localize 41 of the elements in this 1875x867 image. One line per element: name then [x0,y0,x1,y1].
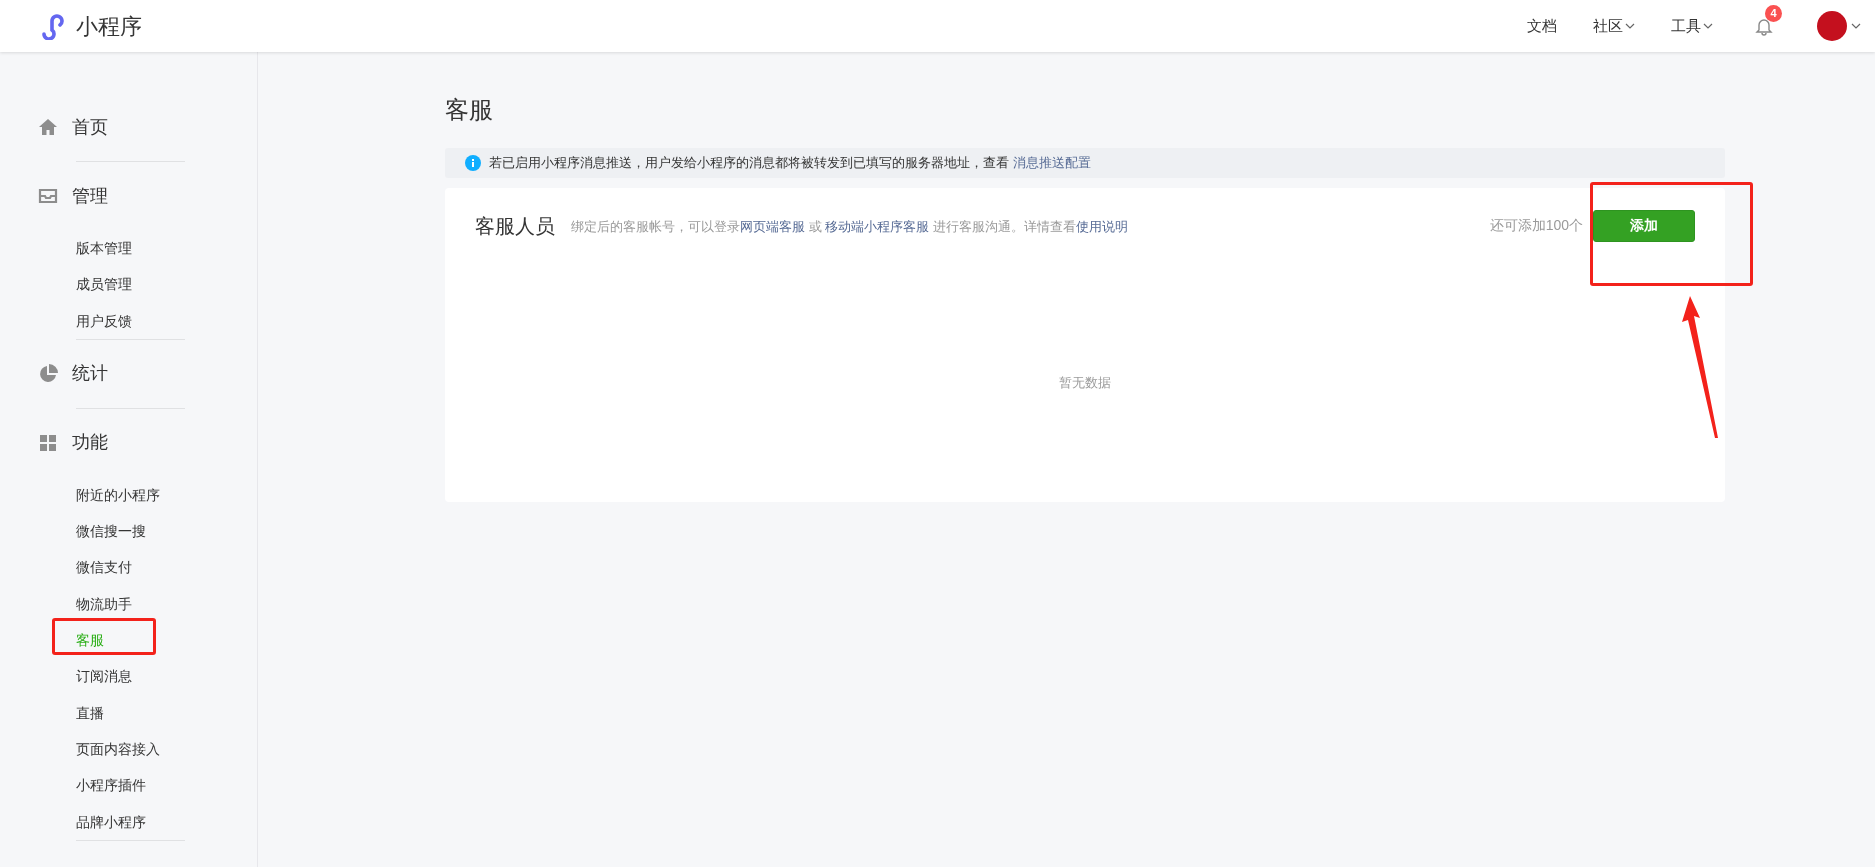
sidebar-subitem[interactable]: 品牌小程序 [0,803,257,840]
description-text: 绑定后的客服帐号，可以登录网页端客服 或 移动端小程序客服 进行客服沟通。详情查看使用说明 [571,218,1128,237]
sidebar-subitem[interactable]: 版本管理 [0,230,257,267]
quota-text: 还可添加100个 [1489,216,1583,236]
link[interactable]: 消息推送配置 [1012,155,1091,171]
sidebar-subitem[interactable]: 小程序插件 [0,767,257,804]
home-icon [38,117,58,137]
chevron-icon [1851,23,1861,29]
page-title: 客服 [445,96,494,125]
sidebar-subitem[interactable]: 物流助手 [0,585,257,623]
sidebar-subitem[interactable]: 附近的小程序 [0,476,257,514]
pie-chart-icon [38,363,58,384]
link[interactable]: 移动端小程序客服 [825,219,930,235]
notice-text: 若已启用小程序消息推送，用户发给小程序的消息都将被转发到已填写的服务器地址，查看 消息推送配置 [489,154,1091,173]
sidebar-subitem[interactable]: 微信支付 [0,549,257,586]
info-icon [465,154,481,171]
chevron-icon [1625,23,1635,29]
logo-text: 小程序 [76,12,142,41]
link[interactable]: 网页端客服 [740,219,805,235]
sidebar-item[interactable]: 首页 [72,113,108,141]
sidebar-subitem[interactable]: 订阅消息 [0,658,257,695]
link[interactable]: 使用说明 [1075,219,1128,235]
sidebar-subitem[interactable]: 用户反馈 [0,302,257,339]
empty-text: 暂无数据 [1058,373,1112,392]
nav-link[interactable]: 社区 [1593,14,1635,38]
sidebar-item[interactable]: 统计 [72,360,108,388]
chevron-icon [1703,23,1713,29]
sidebar-subitem[interactable]: 页面内容接入 [0,730,257,768]
section-title: 客服人员 [475,213,555,239]
grid-icon [38,432,58,453]
avatar[interactable] [1817,11,1847,41]
bell-icon[interactable] [1755,17,1773,36]
sidebar-subitem[interactable]: 成员管理 [0,266,257,303]
sidebar-subitem[interactable]: 微信搜一搜 [0,513,257,550]
sidebar-item[interactable]: 管理 [72,182,108,210]
sidebar-item[interactable]: 功能 [72,429,108,457]
sidebar-subitem[interactable]: 直播 [0,694,257,731]
inbox-icon [38,186,58,206]
notification-count: 4 [1765,5,1782,22]
nav-link[interactable]: 工具 [1671,14,1713,38]
nav-link[interactable]: 文档 [1527,14,1557,38]
